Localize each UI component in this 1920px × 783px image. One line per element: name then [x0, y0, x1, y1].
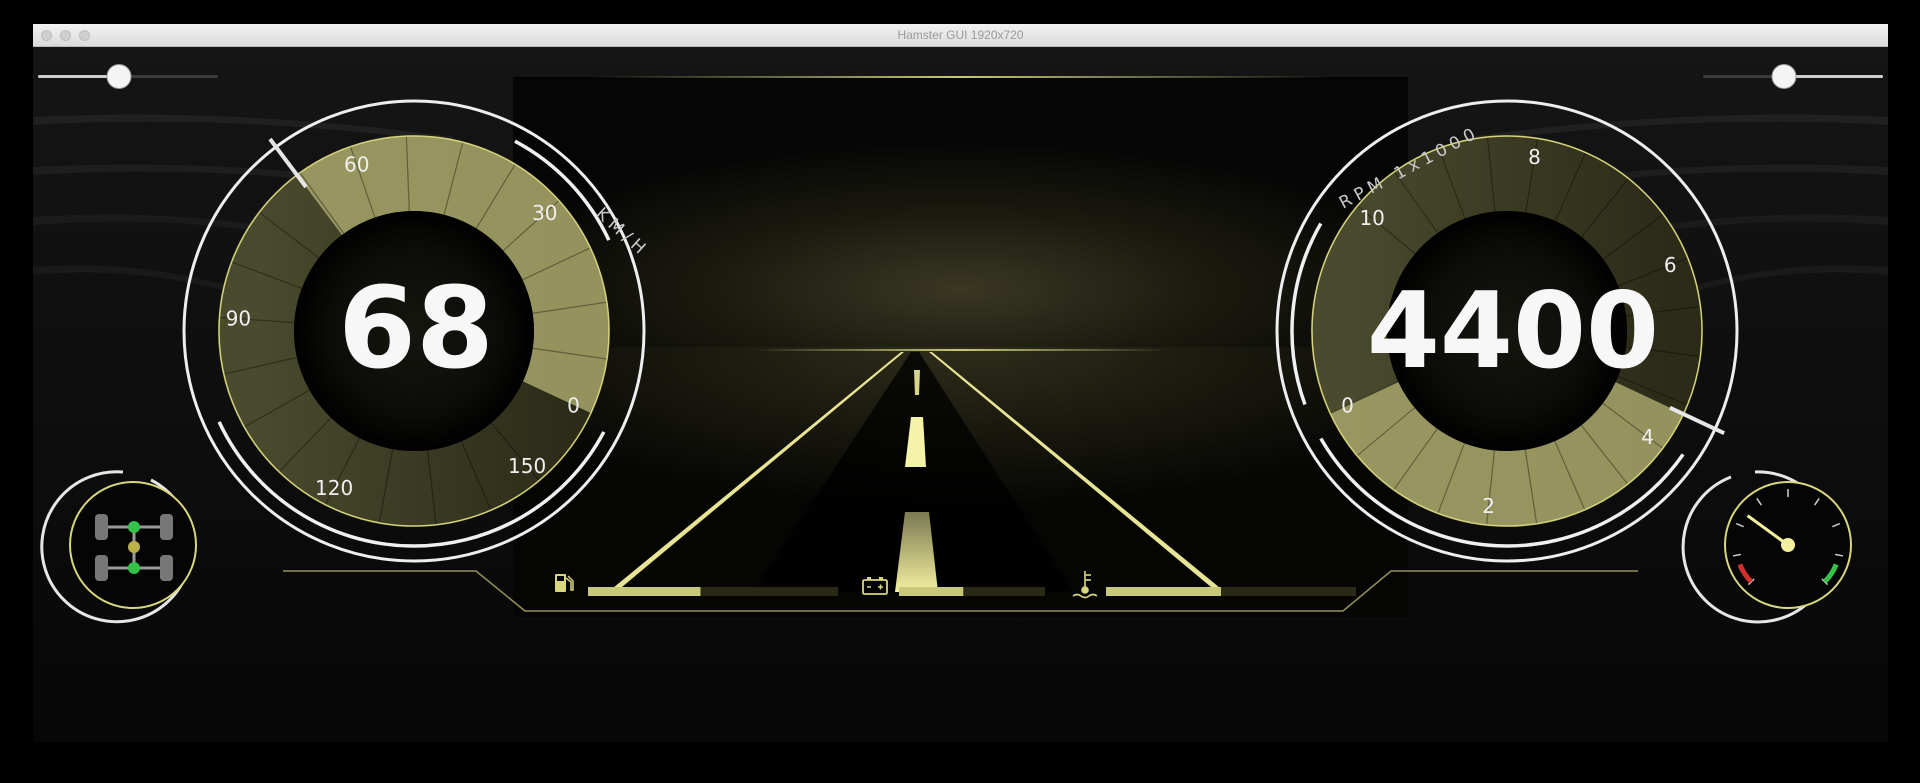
sp-tick-label: 0 [567, 393, 580, 417]
tc-tick-label: 6 [1664, 253, 1677, 277]
dashboard: 0306090120150 KM/H 68 0246810 RPM 1x1000… [33, 47, 1888, 742]
battery-bar-fill [899, 587, 964, 596]
fuel-bar-fill [588, 587, 701, 596]
right-slider-knob[interactable] [1771, 64, 1797, 89]
app-window: Hamster GUI 1920x720 0 30 60 90 120 150 … [33, 24, 1888, 742]
coolant-bar-fill [1106, 587, 1221, 596]
auxiliary-gauge-hub [1781, 538, 1795, 552]
tc-tick-label: 10 [1359, 206, 1384, 230]
right-slider-track-fill [1784, 75, 1883, 78]
window-title: Hamster GUI 1920x720 [897, 28, 1024, 42]
tc-tick-label: 4 [1641, 425, 1654, 449]
horizon-glow [513, 77, 1408, 349]
sp-tick-label: 120 [315, 476, 353, 500]
sp-tick-label: 60 [344, 153, 369, 177]
rpm-readout: 4400 [1367, 270, 1659, 392]
title-bar: Hamster GUI 1920x720 [33, 24, 1888, 47]
speed-readout: 68 [338, 264, 494, 394]
lane-dash-far [914, 370, 920, 395]
sp-tick-label: 30 [532, 201, 557, 225]
left-slider-knob[interactable] [106, 64, 132, 89]
top-accent-line [593, 76, 1328, 78]
horizon-line [753, 349, 1168, 351]
tc-tick-label: 0 [1341, 393, 1354, 417]
tc-tick-label: 8 [1528, 145, 1541, 169]
sp-tick-label: 150 [508, 454, 546, 478]
sp-tick-label: 90 [226, 307, 251, 331]
tc-tick-label: 2 [1482, 494, 1495, 518]
